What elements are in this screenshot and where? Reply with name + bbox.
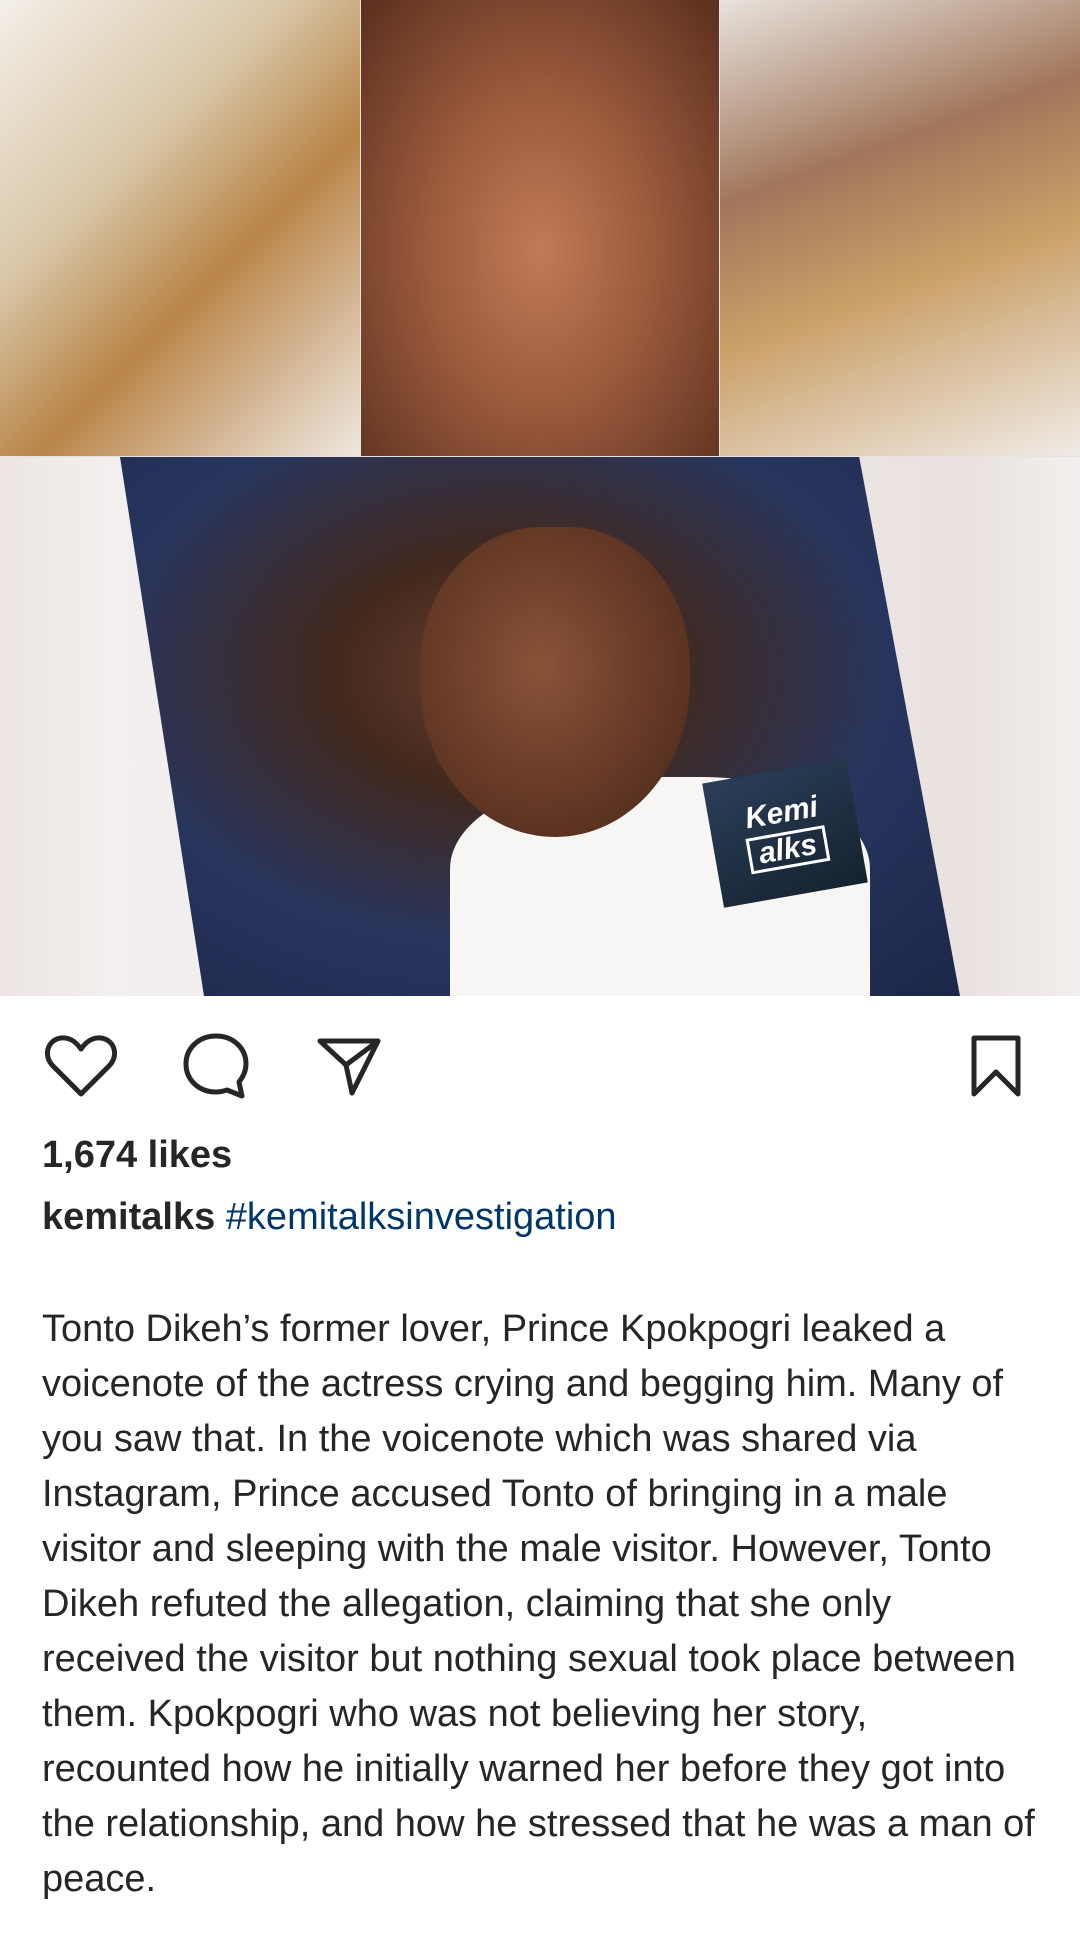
save-button[interactable] <box>960 1030 1032 1102</box>
comment-button[interactable] <box>180 1030 252 1102</box>
portrait-face <box>420 527 690 837</box>
hashtag-link[interactable]: #kemitalksinvestigation <box>226 1196 617 1238</box>
like-button[interactable] <box>45 1030 117 1102</box>
likes-count[interactable]: 1,674 likes <box>42 1134 232 1177</box>
bookmark-icon <box>971 1035 1021 1097</box>
collage-photo-couple-hug <box>720 0 1080 456</box>
caption-text: Tonto Dikeh’s former lover, Prince Kpokp… <box>42 1308 1035 1900</box>
send-icon <box>317 1038 381 1096</box>
collage-photo-crying-woman <box>361 0 719 456</box>
portrait-background <box>120 457 960 996</box>
username-link[interactable]: kemitalks <box>42 1196 215 1238</box>
post-image[interactable]: Kemi alks <box>0 0 1080 996</box>
heart-icon <box>45 1035 117 1097</box>
comment-icon <box>183 1033 249 1099</box>
collage-photo-man-portrait <box>0 457 1080 996</box>
post-actions-bar <box>0 1030 1080 1100</box>
collage-photo-couple-kiss <box>0 0 360 456</box>
caption-header: kemitalks #kemitalksinvestigation <box>42 1196 617 1239</box>
watermark-logo: Kemi alks <box>702 758 868 908</box>
share-button[interactable] <box>313 1030 385 1102</box>
